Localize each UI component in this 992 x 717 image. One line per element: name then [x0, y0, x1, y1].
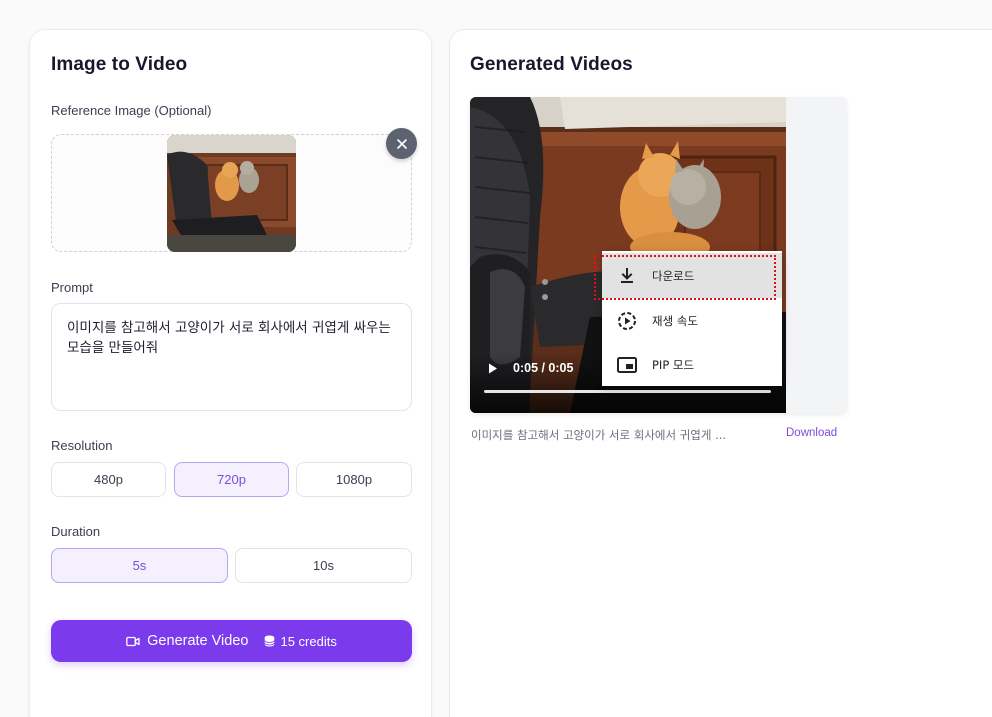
credits-indicator: 15 credits	[264, 633, 337, 649]
coins-icon	[264, 635, 276, 647]
panel-title: Image to Video	[51, 54, 188, 75]
resolution-option-720p[interactable]: 720p	[174, 462, 289, 497]
close-icon	[396, 138, 407, 149]
reference-image-dropzone[interactable]	[51, 134, 412, 252]
credits-label: 15 credits	[280, 633, 337, 649]
panel-title: Generated Videos	[470, 54, 633, 75]
video-caption: 이미지를 참고해서 고양이가 서로 회사에서 귀엽게 ...	[471, 428, 727, 442]
context-menu-playback-speed[interactable]: 재생 속도	[602, 298, 782, 343]
playback-speed-icon	[618, 311, 636, 330]
context-menu-label: PIP 모드	[652, 357, 695, 372]
generate-video-button[interactable]: Generate Video 15 credits	[51, 620, 412, 662]
highlight-outline	[594, 255, 776, 300]
reference-image-thumbnail	[167, 135, 296, 252]
context-menu-label: 재생 속도	[652, 313, 698, 328]
remove-image-button[interactable]	[386, 128, 417, 159]
duration-label: Duration	[51, 524, 101, 539]
duration-option-5s[interactable]: 5s	[51, 548, 228, 583]
pip-icon	[617, 356, 637, 373]
context-menu-pip[interactable]: PIP 모드	[602, 342, 782, 387]
prompt-textarea[interactable]: 이미지를 참고해서 고양이가 서로 회사에서 귀엽게 싸우는 모습을 만들어줘	[51, 303, 412, 411]
reference-image-label: Reference Image (Optional)	[51, 103, 212, 118]
prompt-label: Prompt	[51, 280, 93, 295]
resolution-option-1080p[interactable]: 1080p	[296, 462, 412, 497]
video-progress-bar[interactable]	[484, 390, 771, 393]
download-link[interactable]: Download	[786, 427, 837, 439]
duration-option-10s[interactable]: 10s	[235, 548, 412, 583]
image-to-video-panel: Image to Video Reference Image (Optional…	[29, 29, 432, 717]
video-time: 0:05 / 0:05	[513, 361, 574, 375]
video-camera-icon	[126, 636, 140, 646]
resolution-label: Resolution	[51, 438, 113, 453]
generate-video-label: Generate Video	[147, 633, 249, 649]
play-icon[interactable]	[488, 363, 498, 374]
resolution-option-480p[interactable]: 480p	[51, 462, 166, 497]
